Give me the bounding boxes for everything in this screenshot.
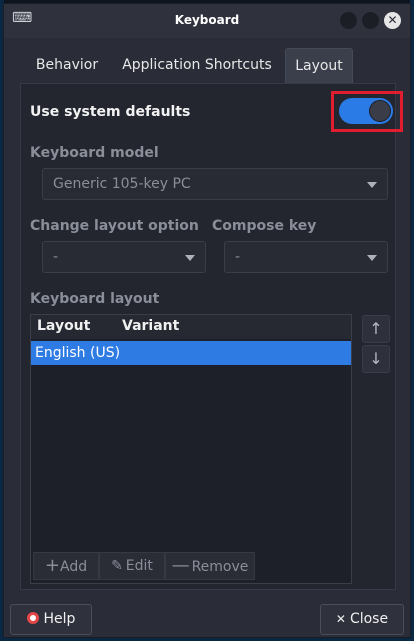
tab-behavior[interactable]: Behavior (27, 48, 107, 83)
keyboard-model-select[interactable]: Generic 105-key PC (42, 168, 388, 200)
edit-layout-button[interactable]: ✎ Edit (99, 552, 165, 580)
keyboard-layout-label: Keyboard layout (30, 291, 160, 307)
chevron-down-icon (367, 255, 377, 261)
title-bar: ⌨ Keyboard ✕ (4, 4, 410, 38)
layout-panel: Use system defaults Keyboard model Gener… (20, 83, 403, 590)
keyboard-layout-list[interactable]: Layout Variant English (US) +Add ✎ Edit —… (30, 314, 352, 584)
move-down-button[interactable]: ↓ (362, 345, 390, 373)
tab-layout[interactable]: Layout (285, 48, 353, 83)
list-header: Layout Variant (31, 315, 351, 339)
list-item[interactable]: English (US) (31, 341, 351, 365)
change-layout-option-value: - (53, 249, 59, 265)
compose-key-value: - (235, 249, 241, 265)
close-icon: ✕ (335, 612, 346, 626)
pencil-icon: ✎ (111, 558, 123, 574)
chevron-down-icon (185, 255, 195, 261)
arrow-up-icon: ↑ (369, 319, 383, 338)
compose-key-select[interactable]: - (224, 241, 388, 273)
minus-icon: — (171, 555, 190, 576)
maximize-button[interactable] (362, 12, 379, 29)
use-system-defaults-label: Use system defaults (30, 104, 191, 120)
close-button[interactable]: ✕ Close (320, 604, 404, 635)
layout-cell: English (US) (35, 345, 121, 361)
arrow-down-icon: ↓ (369, 349, 383, 368)
column-header-layout[interactable]: Layout (37, 318, 90, 334)
change-layout-option-label: Change layout option (30, 218, 199, 234)
close-window-button[interactable]: ✕ (384, 12, 401, 29)
tab-application-shortcuts[interactable]: Application Shortcuts (122, 48, 272, 83)
close-icon: ✕ (387, 13, 398, 27)
column-header-variant[interactable]: Variant (122, 318, 179, 334)
help-button[interactable]: Help (10, 604, 92, 635)
compose-key-label: Compose key (212, 218, 317, 234)
annotation-highlight-box (331, 91, 403, 132)
remove-layout-button[interactable]: — Remove (165, 552, 255, 580)
minimize-button[interactable] (340, 12, 357, 29)
plus-icon: + (44, 555, 60, 576)
change-layout-option-select[interactable]: - (42, 241, 206, 273)
help-lifebuoy-icon (26, 612, 39, 624)
move-up-button[interactable]: ↑ (362, 315, 390, 343)
add-layout-button[interactable]: +Add (33, 552, 99, 580)
keyboard-model-value: Generic 105-key PC (53, 176, 191, 192)
chevron-down-icon (367, 182, 377, 188)
keyboard-settings-window: ⌨ Keyboard ✕ Behavior Application Shortc… (3, 3, 411, 638)
keyboard-model-label: Keyboard model (30, 145, 159, 161)
